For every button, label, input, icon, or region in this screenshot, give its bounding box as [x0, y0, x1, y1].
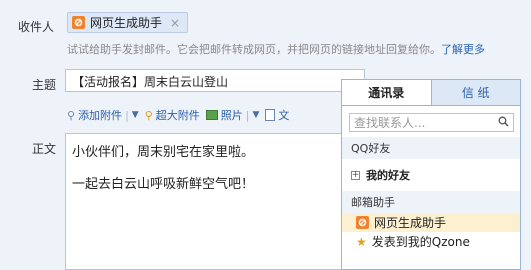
search-icon[interactable] [498, 116, 509, 130]
contact-item-qzone[interactable]: ★ 发表到我的Qzone [342, 232, 520, 251]
add-attachment-button[interactable]: ⚲ 添加附件 | ▼ [67, 107, 139, 123]
document-button[interactable]: 文 [265, 107, 289, 123]
big-attachment-button[interactable]: ⚲ 超大附件 [145, 107, 200, 123]
contact-item-webpage-helper[interactable]: 网页生成助手 [342, 213, 520, 232]
panel-tabs: 通讯录 信 纸 [342, 80, 520, 106]
add-attachment-label: 添加附件 [78, 109, 123, 122]
chevron-down-icon[interactable]: ▼ [252, 110, 259, 120]
chevron-down-icon[interactable]: ▼ [132, 110, 139, 120]
photo-button[interactable]: 照片 | ▼ [205, 107, 259, 123]
group-mail-helper[interactable]: 邮箱助手 [342, 191, 520, 213]
subject-input[interactable]: 【活动报名】周末白云山登山 [65, 69, 365, 92]
contact-item-label: 网页生成助手 [374, 216, 447, 230]
webpage-helper-icon [72, 16, 85, 29]
photo-label: 照片 [220, 109, 243, 122]
webpage-helper-icon [356, 216, 369, 229]
body-editor[interactable]: 小伙伴们，周末别宅在家里啦。 一起去白云山呼吸新鲜空气吧！ [65, 133, 365, 270]
photo-icon [205, 110, 218, 120]
learn-more-link[interactable]: 了解更多 [441, 43, 485, 56]
tab-contacts[interactable]: 通讯录 [342, 80, 432, 105]
to-label: 收件人 [18, 20, 55, 34]
attachment-toolbar: ⚲ 添加附件 | ▼ ⚲ 超大附件 照片 | ▼ 文 [67, 107, 295, 123]
expand-icon[interactable]: + [351, 170, 360, 180]
body-label: 正文 [32, 142, 57, 156]
body-line: 一起去白云山呼吸新鲜空气吧！ [72, 177, 255, 192]
my-friends-label: 我的好友 [366, 169, 410, 182]
body-line: 小伙伴们，周末别宅在家里啦。 [72, 145, 255, 160]
contacts-panel: 通讯录 信 纸 查找联系人... QQ好友 + 我的好友 邮箱助手 网页生成助手… [341, 79, 521, 270]
recipient-chip[interactable]: 网页生成助手 × [67, 12, 188, 33]
divider: | [125, 108, 129, 122]
contact-item-label: 发表到我的Qzone [371, 235, 470, 249]
remove-recipient-icon[interactable]: × [170, 16, 180, 30]
paperclip-icon: ⚲ [67, 108, 76, 122]
big-attachment-label: 超大附件 [155, 109, 200, 122]
helper-hint: 试试给助手发封邮件。它会把邮件转成网页，并把网页的链接地址回复给你。了解更多 [67, 41, 485, 57]
subject-label: 主题 [32, 78, 57, 92]
document-label: 文 [278, 109, 290, 122]
document-icon [265, 109, 276, 121]
tab-stationery[interactable]: 信 纸 [431, 80, 520, 105]
search-placeholder: 查找联系人... [354, 116, 426, 130]
group-qq-friends[interactable]: QQ好友 [342, 137, 520, 159]
recipient-name: 网页生成助手 [90, 16, 163, 30]
hint-text: 试试给助手发封邮件。它会把邮件转成网页，并把网页的链接地址回复给你。 [67, 43, 441, 56]
star-icon: ★ [356, 234, 367, 249]
contact-search-input[interactable]: 查找联系人... [349, 113, 514, 132]
paperclip-icon: ⚲ [144, 108, 153, 122]
divider: | [245, 108, 250, 122]
group-my-friends[interactable]: + 我的好友 [342, 159, 520, 191]
